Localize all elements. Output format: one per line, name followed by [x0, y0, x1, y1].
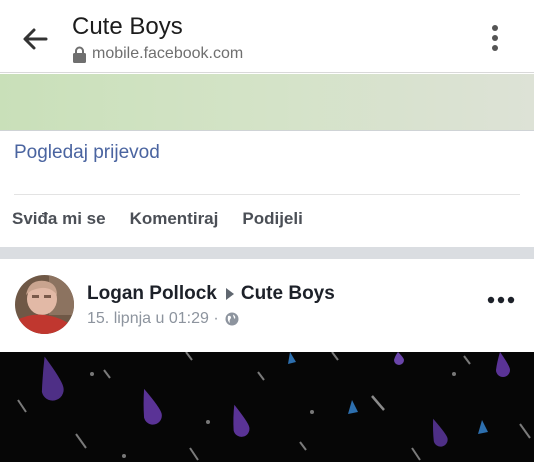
url-row[interactable]: mobile.facebook.com [72, 44, 243, 64]
post-actions-bar: Sviđa mi se Komentiraj Podijeli [12, 209, 327, 233]
divider [14, 194, 520, 195]
globe-icon [225, 312, 239, 326]
author-name[interactable]: Logan Pollock [87, 283, 217, 305]
arrow-left-icon[interactable] [20, 24, 50, 54]
more-vertical-icon[interactable] [484, 22, 506, 54]
share-button[interactable]: Podijeli [242, 209, 302, 233]
lock-icon [73, 46, 86, 63]
raindrop-pattern [17, 352, 531, 461]
post-author-line: Logan Pollock Cute Boys [87, 283, 335, 305]
feed-separator [0, 247, 534, 259]
avatar[interactable] [15, 275, 74, 334]
like-button[interactable]: Sviđa mi se [12, 209, 106, 233]
post-timestamp[interactable]: 15. lipnja u 01:29 · [87, 310, 219, 328]
comment-button[interactable]: Komentiraj [130, 209, 219, 233]
more-horizontal-icon[interactable] [486, 295, 516, 305]
browser-toolbar: Cute Boys mobile.facebook.com [0, 0, 534, 73]
post-header: Logan Pollock Cute Boys 15. lipnja u 01:… [0, 259, 534, 352]
previous-post-image [0, 74, 534, 131]
group-name[interactable]: Cute Boys [241, 283, 335, 305]
url-text: mobile.facebook.com [92, 45, 244, 62]
see-translation-link[interactable]: Pogledaj prijevod [14, 142, 160, 164]
caret-right-icon [225, 288, 234, 300]
post-meta: 15. lipnja u 01:29 · [87, 310, 239, 328]
post-image[interactable] [0, 352, 534, 462]
page-title: Cute Boys [72, 13, 183, 40]
